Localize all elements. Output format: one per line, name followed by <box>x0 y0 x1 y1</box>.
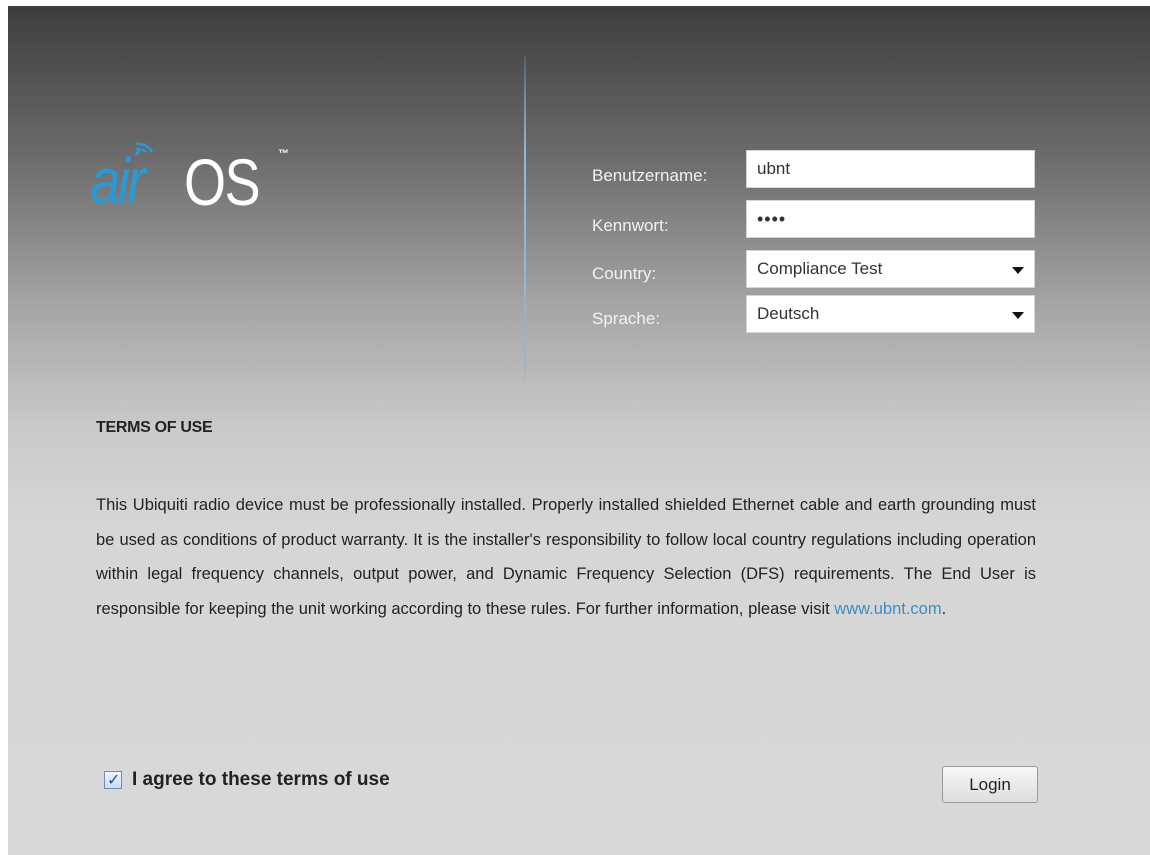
logo-air-text: air <box>90 145 145 217</box>
chevron-down-icon <box>1012 312 1024 319</box>
username-input[interactable] <box>746 150 1035 188</box>
login-button[interactable]: Login <box>942 766 1038 803</box>
ubnt-website-link[interactable]: www.ubnt.com <box>834 600 941 618</box>
username-label: Benutzername: <box>592 166 708 185</box>
logo-os-text: OS <box>184 145 261 219</box>
country-label: Country: <box>592 264 657 283</box>
agree-label[interactable]: I agree to these terms of use <box>132 769 390 791</box>
language-select-value: Deutsch <box>757 304 820 323</box>
login-panel: air OS ™ Benutzername: Kennwort: •••• Co… <box>8 6 1150 855</box>
country-select[interactable]: Compliance Test <box>746 250 1035 288</box>
password-input[interactable]: •••• <box>746 200 1035 238</box>
language-select[interactable]: Deutsch <box>746 295 1035 333</box>
terms-title: TERMS OF USE <box>96 419 213 436</box>
airos-logo: air OS ™ <box>90 134 300 224</box>
password-label: Kennwort: <box>592 216 669 235</box>
terms-body-end: . <box>941 599 947 618</box>
checkmark-icon: ✓ <box>107 772 121 789</box>
terms-body: This Ubiquiti radio device must be profe… <box>96 488 1036 626</box>
logo-trademark: ™ <box>278 148 289 160</box>
language-label: Sprache: <box>592 309 661 328</box>
chevron-down-icon <box>1012 267 1024 274</box>
country-select-value: Compliance Test <box>757 259 883 278</box>
vertical-divider <box>524 56 526 381</box>
agree-checkbox[interactable]: ✓ <box>104 771 122 789</box>
